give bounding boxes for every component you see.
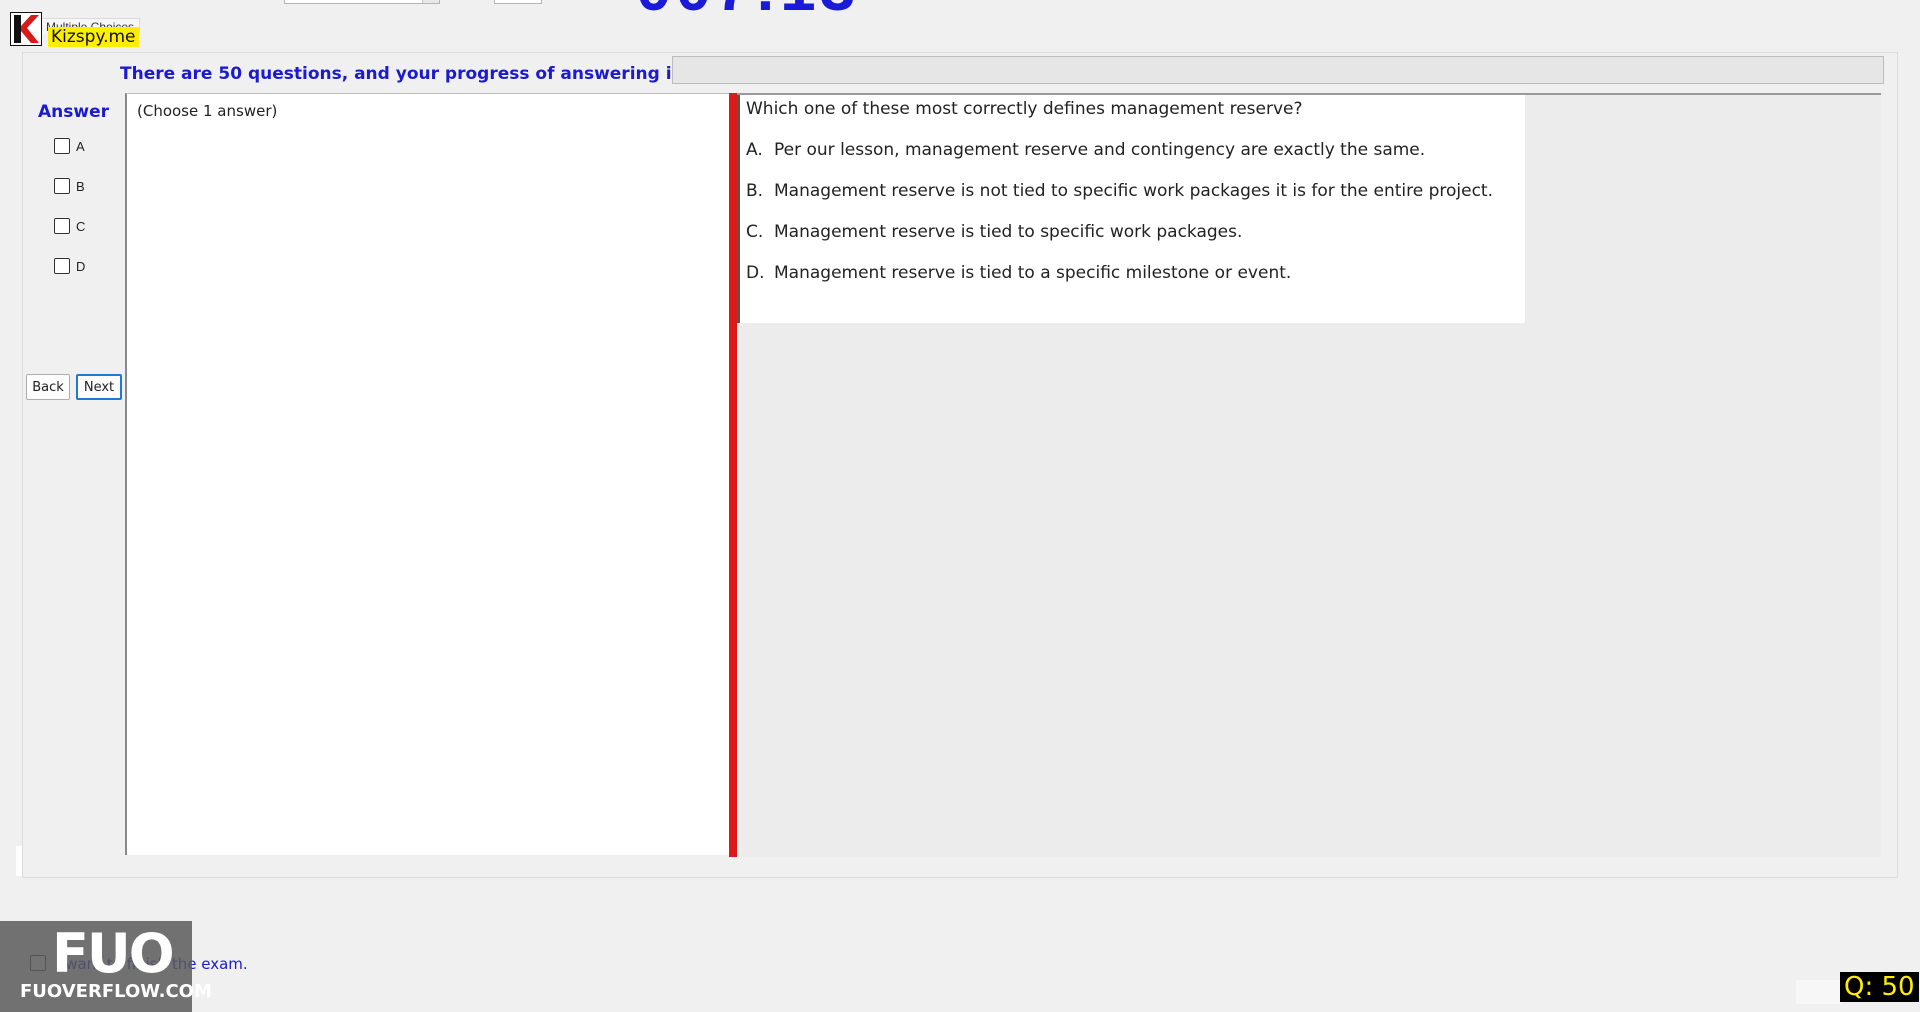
question-answer-a: A. Per our lesson, management reserve and… [746,140,1425,160]
question-text: Which one of these most correctly define… [746,99,1303,119]
panel-edge [16,846,22,876]
next-button[interactable]: Next [76,374,122,400]
answer-text: Per our lesson, management reserve and c… [774,140,1426,160]
top-spin-box[interactable] [494,0,542,4]
kizspy-watermark: Kizspy.me [48,27,139,47]
fuo-logo-subtext: FUOVERFLOW.COM [20,981,212,1002]
question-counter: Q: 50 [1840,972,1919,1002]
choose-panel: (Choose 1 answer) [125,93,729,855]
question-answer-b: B. Management reserve is not tied to spec… [746,181,1493,201]
question-answer-d: D. Management reserve is tied to a specif… [746,263,1291,283]
fuoverflow-logo: FUO FUOVERFLOW.COM [0,921,212,1012]
answer-text: Management reserve is tied to specific w… [774,222,1243,242]
answer-checkbox-a[interactable] [54,138,70,154]
answer-text: Management reserve is tied to a specific… [774,263,1292,283]
answer-letter: B. [746,181,764,201]
answer-option-a[interactable]: A [54,138,85,154]
answer-option-b[interactable]: B [54,178,85,194]
progress-label: There are 50 questions, and your progres… [120,64,682,84]
timer-display: 007:13 [636,0,859,20]
answer-option-c[interactable]: C [54,218,85,234]
top-combo-box[interactable] [284,0,440,4]
choose-instruction: (Choose 1 answer) [137,102,278,120]
answer-option-d[interactable]: D [54,258,85,274]
answer-letter: C. [746,222,764,242]
answer-checkbox-d[interactable] [54,258,70,274]
answer-option-label: C [76,218,86,234]
back-button[interactable]: Back [26,374,70,400]
panel-splitter[interactable] [729,93,737,857]
answer-text: Management reserve is not tied to specif… [774,181,1494,201]
answer-letter: A. [746,140,763,160]
question-answer-c: C. Management reserve is tied to specific… [746,222,1242,242]
answer-checkbox-b[interactable] [54,178,70,194]
answer-heading: Answer [38,102,109,122]
answer-option-label: B [76,178,85,194]
counter-pad [1796,980,1842,1004]
answer-letter: D. [746,263,765,283]
answer-option-label: D [76,258,86,274]
progress-bar [672,56,1884,84]
fuo-logo-text: FUO [52,922,175,985]
answer-checkbox-c[interactable] [54,218,70,234]
answer-option-label: A [76,138,85,154]
kizspy-logo-icon [10,12,42,46]
question-box: Which one of these most correctly define… [737,95,1525,323]
